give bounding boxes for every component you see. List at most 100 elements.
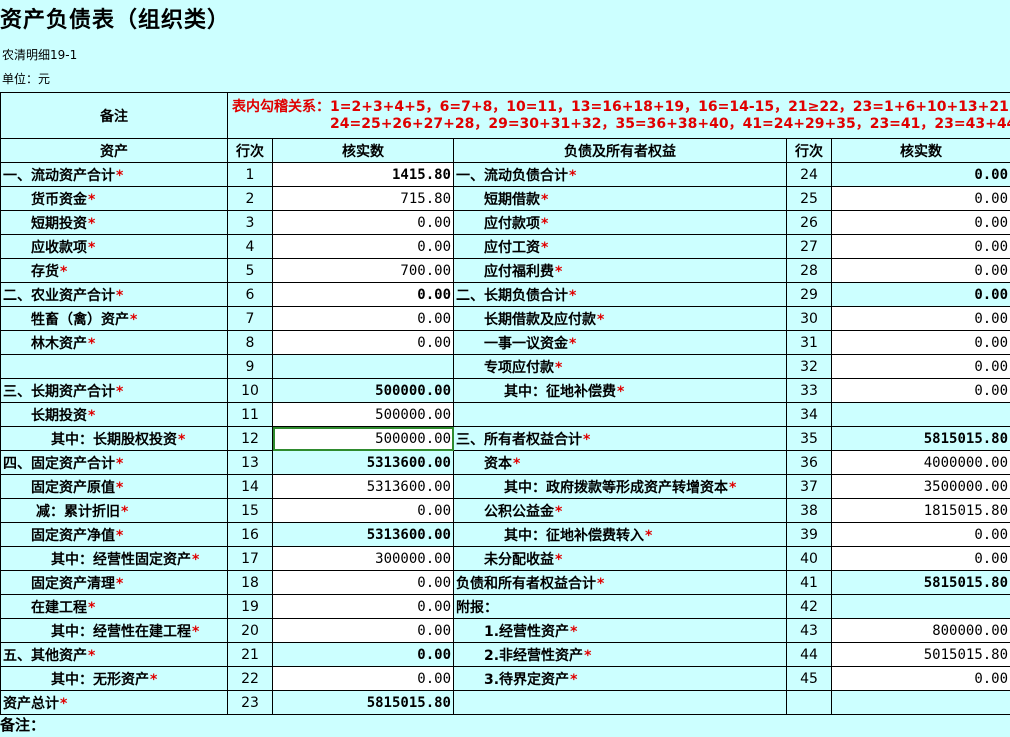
asset-value-cell[interactable]: 500000.00 — [272, 402, 454, 427]
liability-item-label: 1.经营性资产* — [453, 618, 787, 643]
asset-value-cell[interactable]: 500000.00 — [272, 426, 454, 451]
liability-value-cell[interactable]: 0.00 — [830, 546, 1010, 571]
table-row: 应收款项* 4 0.00 应付工资* 27 0.00 — [0, 234, 1010, 259]
asset-row-number: 1 — [227, 162, 273, 187]
asset-row-number: 10 — [227, 378, 273, 403]
liability-value-cell[interactable]: 800000.00 — [830, 618, 1010, 643]
required-marker: * — [130, 311, 138, 328]
liability-item-label: 附报： — [453, 594, 787, 619]
required-marker: * — [729, 479, 737, 496]
liability-row-number: 40 — [786, 546, 832, 571]
liability-item-label: 2.非经营性资产* — [453, 642, 787, 667]
liability-value-cell: 5815015.80 — [830, 570, 1010, 595]
asset-value-cell[interactable]: 300000.00 — [272, 546, 454, 571]
table-row: 减：累计折旧* 15 0.00 公积公益金* 38 1815015.80 — [0, 498, 1010, 523]
liability-value-cell[interactable]: 3500000.00 — [830, 474, 1010, 499]
required-marker: * — [121, 503, 129, 520]
liability-item-label: 短期借款* — [453, 186, 787, 211]
liability-item-label: 其中：政府拨款等形成资产转增资本* — [453, 474, 787, 499]
item-label-text: 其中：经营性固定资产 — [51, 551, 191, 568]
asset-item-label: 资产总计* — [0, 690, 228, 715]
asset-row-number: 22 — [227, 666, 273, 691]
liability-item-label: 一、流动负债合计* — [453, 162, 787, 187]
asset-value-cell[interactable]: 0.00 — [272, 618, 454, 643]
liability-row-number: 32 — [786, 354, 832, 379]
asset-value-cell[interactable]: 700.00 — [272, 258, 454, 283]
required-marker: * — [60, 695, 68, 712]
item-label-text: 货币资金 — [31, 191, 87, 208]
liability-value-cell[interactable]: 4000000.00 — [830, 450, 1010, 475]
required-marker: * — [645, 527, 653, 544]
table-row: 其中：长期股权投资* 12 500000.00 三、所有者权益合计* 35 5815015… — [0, 426, 1010, 451]
liability-value-cell[interactable]: 0.00 — [830, 186, 1010, 211]
table-row: 牲畜（禽）资产* 7 0.00 长期借款及应付款* 30 0.00 — [0, 306, 1010, 331]
liability-item-label: 负债和所有者权益合计* — [453, 570, 787, 595]
item-label-text: 存货 — [31, 263, 59, 280]
required-marker: * — [178, 431, 186, 448]
item-label-text: 一、流动资产合计 — [3, 167, 115, 184]
item-label-text: 短期借款 — [484, 191, 540, 208]
required-marker: * — [569, 335, 577, 352]
asset-value-cell[interactable]: 0.00 — [272, 282, 454, 307]
item-label-text: 一、流动负债合计 — [456, 167, 568, 184]
asset-value-cell: 0.00 — [272, 642, 454, 667]
liability-value-cell[interactable]: 1815015.80 — [830, 498, 1010, 523]
header-row: 行次 — [227, 138, 273, 163]
item-label-text: 应收款项 — [31, 239, 87, 256]
table-row: 在建工程* 19 0.00 附报： 42 — [0, 594, 1010, 619]
item-label-text: 其中：征地补偿费转入 — [504, 527, 644, 544]
required-marker: * — [88, 647, 96, 664]
asset-row-number: 6 — [227, 282, 273, 307]
liability-value-cell[interactable]: 5015015.80 — [830, 642, 1010, 667]
asset-value-cell[interactable]: 0.00 — [272, 234, 454, 259]
liability-item-label: 专项应付款* — [453, 354, 787, 379]
liability-value-cell[interactable]: 0.00 — [830, 378, 1010, 403]
item-label-text: 其中：征地补偿费 — [504, 383, 616, 400]
item-label-text: 专项应付款 — [484, 359, 554, 376]
liability-value-cell[interactable]: 0.00 — [830, 258, 1010, 283]
asset-row-number: 16 — [227, 522, 273, 547]
asset-item-label: 四、固定资产合计* — [0, 450, 228, 475]
asset-value-cell[interactable]: 0.00 — [272, 306, 454, 331]
asset-value-cell[interactable]: 0.00 — [272, 210, 454, 235]
liability-value-cell[interactable]: 0.00 — [830, 522, 1010, 547]
liability-value-cell: 0.00 — [830, 282, 1010, 307]
required-marker: * — [60, 263, 68, 280]
liability-item-label — [453, 402, 787, 427]
asset-value-cell — [272, 354, 454, 379]
required-marker: * — [88, 407, 96, 424]
asset-value-cell[interactable]: 715.80 — [272, 186, 454, 211]
item-label-text: 资产总计 — [3, 695, 59, 712]
liability-item-label: 应付工资* — [453, 234, 787, 259]
liability-value-cell[interactable]: 0.00 — [830, 666, 1010, 691]
asset-value-cell[interactable]: 0.00 — [272, 570, 454, 595]
liability-value-cell[interactable]: 0.00 — [830, 306, 1010, 331]
asset-value-cell: 5815015.80 — [272, 690, 454, 715]
asset-value-cell[interactable]: 1415.80 — [272, 162, 454, 187]
liability-value-cell[interactable]: 0.00 — [830, 354, 1010, 379]
item-label-text: 短期投资 — [31, 215, 87, 232]
liability-value-cell[interactable]: 0.00 — [830, 234, 1010, 259]
asset-item-label: 货币资金* — [0, 186, 228, 211]
asset-item-label: 其中：经营性固定资产* — [0, 546, 228, 571]
asset-value-cell[interactable]: 5313600.00 — [272, 474, 454, 499]
item-label-text: 二、长期负债合计 — [456, 287, 568, 304]
asset-value-cell[interactable]: 0.00 — [272, 666, 454, 691]
asset-item-label: 林木资产* — [0, 330, 228, 355]
table-row: 其中：经营性在建工程* 20 0.00 1.经营性资产* 43 800000.00 — [0, 618, 1010, 643]
item-label-text: 固定资产净值 — [31, 527, 115, 544]
asset-item-label: 其中：经营性在建工程* — [0, 618, 228, 643]
asset-value-cell[interactable]: 0.00 — [272, 330, 454, 355]
liability-row-number: 29 — [786, 282, 832, 307]
asset-value-cell[interactable]: 0.00 — [272, 594, 454, 619]
liability-item-label: 未分配收益* — [453, 546, 787, 571]
liability-value-cell[interactable]: 0.00 — [830, 330, 1010, 355]
asset-item-label: 一、流动资产合计* — [0, 162, 228, 187]
asset-value-cell[interactable]: 0.00 — [272, 498, 454, 523]
required-marker: * — [513, 455, 521, 472]
item-label-text: 减：累计折旧 — [36, 503, 120, 520]
item-label-text: 其中：长期股权投资 — [51, 431, 177, 448]
liability-value-cell[interactable]: 0.00 — [830, 210, 1010, 235]
asset-row-number: 11 — [227, 402, 273, 427]
required-marker: * — [569, 287, 577, 304]
